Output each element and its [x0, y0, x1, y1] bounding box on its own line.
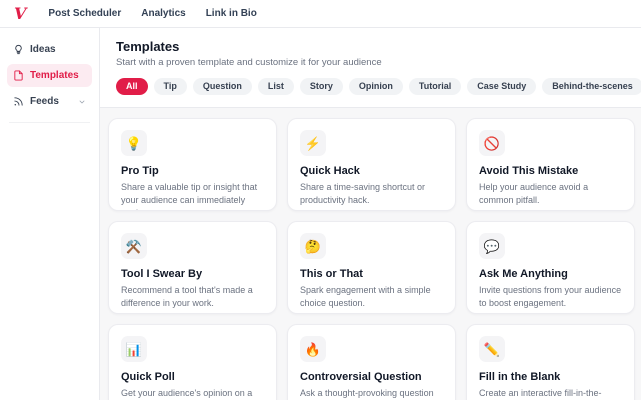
card-title: Avoid This Mistake: [479, 165, 579, 177]
nav-post-scheduler[interactable]: Post Scheduler: [48, 8, 121, 19]
card-title: Controversial Question: [300, 371, 422, 383]
card-description: Ask a thought-provoking question that sp…: [300, 388, 434, 398]
template-card-ask-me-anything[interactable]: 💬 Ask Me Anything Invite questions from yo…: [466, 221, 635, 314]
no-entry-emoji-icon: 🚫: [479, 130, 505, 156]
page-title: Templates: [116, 39, 180, 54]
template-card-tool-i-swear-by[interactable]: ⚒️ Tool I Swear By Recommend a tool that's…: [108, 221, 277, 314]
sidebar-item-label: Templates: [30, 70, 79, 81]
card-description: Create an interactive fill-in-the-blank …: [479, 388, 602, 398]
filter-chip-list[interactable]: List: [257, 78, 294, 95]
card-title: Quick Poll: [121, 371, 175, 383]
card-title: Ask Me Anything: [479, 268, 568, 280]
main-content: Templates Start with a proven template a…: [100, 28, 641, 400]
nav-analytics[interactable]: Analytics: [141, 8, 185, 19]
pencil-emoji-icon: ✏️: [479, 336, 505, 362]
card-description: Share a time-saving shortcut or producti…: [300, 182, 426, 206]
card-description: Spark engagement with a simple choice qu…: [300, 285, 431, 309]
template-card-quick-hack[interactable]: ⚡ Quick Hack Share a time-saving shortcut …: [287, 118, 456, 211]
template-card-quick-poll[interactable]: 📊 Quick Poll Get your audience's opinion o…: [108, 324, 277, 400]
filter-chip-question[interactable]: Question: [192, 78, 252, 95]
sidebar-item-label: Feeds: [30, 96, 59, 107]
app-logo[interactable]: V: [14, 5, 26, 22]
sidebar: Ideas Templates Feeds: [0, 28, 100, 400]
card-title: This or That: [300, 268, 363, 280]
filter-chip-opinion[interactable]: Opinion: [348, 78, 403, 95]
card-description: Share a valuable tip or insight that you…: [121, 182, 258, 210]
sidebar-item-ideas[interactable]: Ideas: [7, 38, 92, 61]
sidebar-items: Ideas Templates Feeds: [7, 38, 92, 116]
card-description: Recommend a tool that's made a differenc…: [121, 285, 253, 309]
fire-emoji-icon: 🔥: [300, 336, 326, 362]
chevron-down-icon[interactable]: [78, 98, 86, 106]
sidebar-item-templates[interactable]: Templates: [7, 64, 92, 87]
lightbulb-icon: [13, 44, 24, 55]
card-description: Get your audience's opinion on a relevan…: [121, 388, 253, 398]
lightbulb-emoji-icon: 💡: [121, 130, 147, 156]
document-icon: [13, 70, 24, 81]
template-grid: 💡 Pro Tip Share a valuable tip or insight …: [100, 108, 641, 400]
filter-chip-all[interactable]: All: [116, 78, 148, 95]
card-title: Fill in the Blank: [479, 371, 561, 383]
filter-chip-tutorial[interactable]: Tutorial: [408, 78, 462, 95]
rss-icon: [13, 96, 24, 107]
card-title: Pro Tip: [121, 165, 159, 177]
card-title: Quick Hack: [300, 165, 360, 177]
filter-chip-tip[interactable]: Tip: [153, 78, 187, 95]
templates-header: Templates Start with a proven template a…: [100, 28, 641, 108]
filter-chip-story[interactable]: Story: [299, 78, 343, 95]
nav-link-in-bio[interactable]: Link in Bio: [206, 8, 257, 19]
page-subtitle: Start with a proven template and customi…: [116, 57, 382, 68]
tools-emoji-icon: ⚒️: [121, 233, 147, 259]
template-card-controversial-question[interactable]: 🔥 Controversial Question Ask a thought-pro…: [287, 324, 456, 400]
zap-emoji-icon: ⚡: [300, 130, 326, 156]
template-card-fill-in-the-blank[interactable]: ✏️ Fill in the Blank Create an interactive…: [466, 324, 635, 400]
sidebar-item-label: Ideas: [30, 44, 56, 55]
bar-chart-emoji-icon: 📊: [121, 336, 147, 362]
card-title: Tool I Swear By: [121, 268, 203, 280]
thinking-face-emoji-icon: 🤔: [300, 233, 326, 259]
template-card-avoid-this-mistake[interactable]: 🚫 Avoid This Mistake Help your audience av…: [466, 118, 635, 211]
filter-chips: All Tip Question List Story Opinion Tutorial Ca…: [116, 78, 641, 95]
template-card-pro-tip[interactable]: 💡 Pro Tip Share a valuable tip or insight …: [108, 118, 277, 211]
filter-chip-behind-the-scenes[interactable]: Behind-the-scenes: [542, 78, 641, 95]
template-card-this-or-that[interactable]: 🤔 This or That Spark engagement with a sim…: [287, 221, 456, 314]
app-shell: Ideas Templates Feeds Templates Start with…: [0, 28, 641, 400]
sidebar-divider: [9, 122, 90, 123]
sidebar-item-feeds[interactable]: Feeds: [7, 90, 92, 113]
card-description: Invite questions from your audience to b…: [479, 285, 622, 309]
topbar-nav: Post Scheduler Analytics Link in Bio: [48, 8, 256, 19]
card-description: Help your audience avoid a common pitfal…: [479, 182, 589, 206]
topbar: V Post Scheduler Analytics Link in Bio: [0, 0, 641, 28]
speech-bubble-emoji-icon: 💬: [479, 233, 505, 259]
filter-chip-case-study[interactable]: Case Study: [467, 78, 537, 95]
